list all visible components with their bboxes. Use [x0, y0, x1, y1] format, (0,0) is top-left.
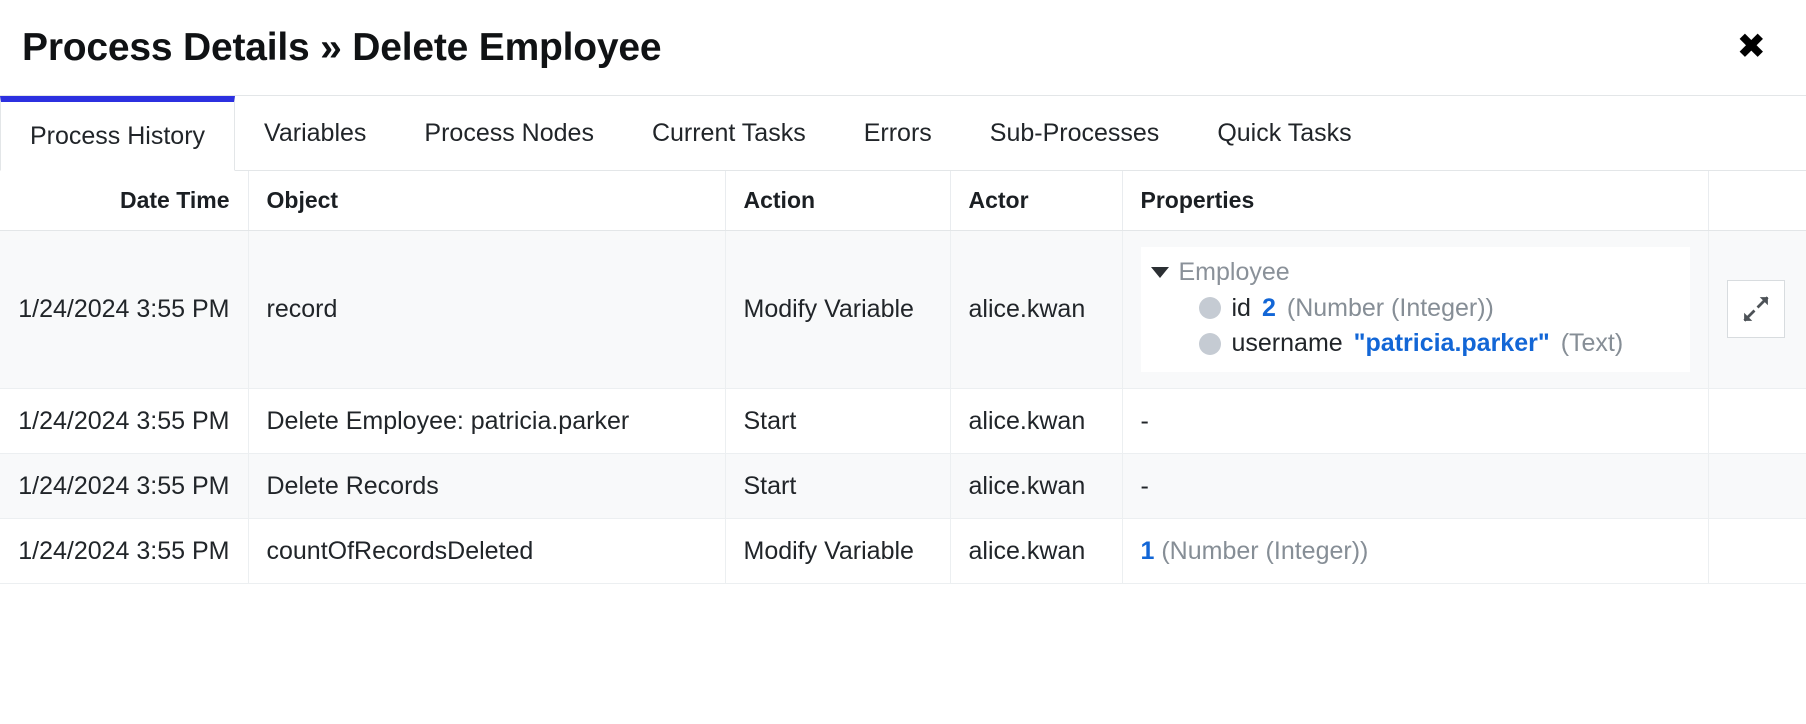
cell-row-actions	[1708, 230, 1806, 389]
tab-current-tasks[interactable]: Current Tasks	[622, 96, 835, 170]
column-header-object[interactable]: Object	[248, 171, 726, 231]
process-details-dialog: Process Details » Delete Employee ✖ Proc…	[0, 0, 1806, 724]
bullet-icon	[1198, 332, 1221, 355]
tab-variables[interactable]: Variables	[235, 96, 396, 170]
property-empty: -	[1140, 471, 1149, 500]
property-tree-root[interactable]: Employee	[1150, 255, 1680, 291]
tab-label: Process History	[30, 121, 206, 150]
cell-properties: 1 (Number (Integer))	[1122, 518, 1709, 584]
cell-action: Start	[725, 453, 951, 519]
caret-down-icon[interactable]	[1150, 267, 1169, 279]
dialog-header: Process Details » Delete Employee ✖	[0, 0, 1806, 96]
cell-action: Modify Variable	[725, 230, 951, 389]
cell-date-time: 1/24/2024 3:55 PM	[0, 518, 249, 584]
cell-actor: alice.kwan	[950, 453, 1123, 519]
cell-object: Delete Employee: patricia.parker	[248, 388, 726, 454]
property-type: (Number (Integer))	[1161, 536, 1369, 565]
cell-action: Modify Variable	[725, 518, 951, 584]
cell-date-time: 1/24/2024 3:55 PM	[0, 453, 249, 519]
column-header-properties[interactable]: Properties	[1122, 171, 1709, 231]
table-body: 1/24/2024 3:55 PM record Modify Variable al…	[0, 230, 1806, 584]
property-empty: -	[1140, 406, 1149, 435]
property-value: "patricia.parker"	[1353, 329, 1550, 357]
cell-row-actions	[1708, 453, 1806, 519]
property-type: (Number (Integer))	[1286, 293, 1494, 322]
expand-button[interactable]	[1726, 280, 1785, 339]
tab-bar: Process History Variables Process Nodes Cur…	[0, 96, 1806, 171]
process-history-table-wrap: Date Time Object Action Actor Properties…	[0, 171, 1806, 584]
cell-row-actions	[1708, 388, 1806, 454]
tab-label: Errors	[863, 118, 932, 147]
cell-object: countOfRecordsDeleted	[248, 518, 726, 584]
close-icon[interactable]: ✖	[1727, 24, 1776, 71]
cell-actor: alice.kwan	[950, 388, 1123, 454]
cell-date-time: 1/24/2024 3:55 PM	[0, 388, 249, 454]
cell-actor: alice.kwan	[950, 518, 1123, 584]
cell-row-actions	[1708, 518, 1806, 584]
tab-sub-processes[interactable]: Sub-Processes	[960, 96, 1189, 170]
property-value-wrap: 1 (Number (Integer))	[1141, 535, 1690, 567]
table-row[interactable]: 1/24/2024 3:55 PM Delete Records Start alic…	[0, 453, 1806, 519]
tab-label: Current Tasks	[651, 118, 806, 147]
expand-arrows-icon	[1742, 296, 1769, 322]
table-row[interactable]: 1/24/2024 3:55 PM record Modify Variable al…	[0, 230, 1806, 389]
property-type: (Text)	[1560, 329, 1624, 357]
column-header-action[interactable]: Action	[725, 171, 951, 231]
cell-actor: alice.kwan	[950, 230, 1123, 389]
tab-label: Process Nodes	[424, 118, 594, 147]
cell-properties: -	[1122, 388, 1709, 454]
column-header-actions	[1708, 171, 1806, 231]
column-header-actor[interactable]: Actor	[950, 171, 1123, 231]
cell-properties: -	[1122, 453, 1709, 519]
table-header-row: Date Time Object Action Actor Properties	[0, 171, 1806, 231]
cell-object: Delete Records	[248, 453, 726, 519]
cell-action: Start	[725, 388, 951, 454]
table-header: Date Time Object Action Actor Properties	[0, 171, 1806, 231]
property-key: username	[1231, 329, 1343, 357]
property-tree: Employee id 2 (Number (Integer)) username "pa…	[1140, 247, 1690, 372]
bullet-icon	[1198, 297, 1221, 320]
tab-label: Variables	[264, 118, 367, 147]
tab-label: Quick Tasks	[1217, 118, 1352, 147]
property-value: 2	[1261, 293, 1276, 322]
property-tree-item[interactable]: username "patricia.parker" (Text)	[1198, 326, 1680, 362]
tab-quick-tasks[interactable]: Quick Tasks	[1188, 96, 1381, 170]
table-row[interactable]: 1/24/2024 3:55 PM Delete Employee: patric…	[0, 388, 1806, 454]
table-row[interactable]: 1/24/2024 3:55 PM countOfRecordsDeleted Mo…	[0, 518, 1806, 584]
process-history-table: Date Time Object Action Actor Properties…	[0, 171, 1806, 584]
cell-properties: Employee id 2 (Number (Integer)) username "pa…	[1122, 230, 1709, 389]
page-title: Process Details » Delete Employee	[22, 25, 662, 69]
cell-date-time: 1/24/2024 3:55 PM	[0, 230, 249, 389]
property-value: 1	[1140, 536, 1155, 565]
column-header-date-time[interactable]: Date Time	[0, 171, 249, 231]
cell-object: record	[248, 230, 726, 389]
tab-process-history[interactable]: Process History	[0, 96, 236, 171]
property-key: id	[1231, 293, 1251, 322]
property-tree-item[interactable]: id 2 (Number (Integer))	[1198, 291, 1680, 327]
tab-process-nodes[interactable]: Process Nodes	[395, 96, 623, 170]
tab-errors[interactable]: Errors	[834, 96, 961, 170]
tab-label: Sub-Processes	[989, 118, 1160, 147]
property-tree-children: id 2 (Number (Integer)) username "patricia.p…	[1151, 291, 1680, 362]
property-tree-root-label: Employee	[1178, 258, 1290, 286]
